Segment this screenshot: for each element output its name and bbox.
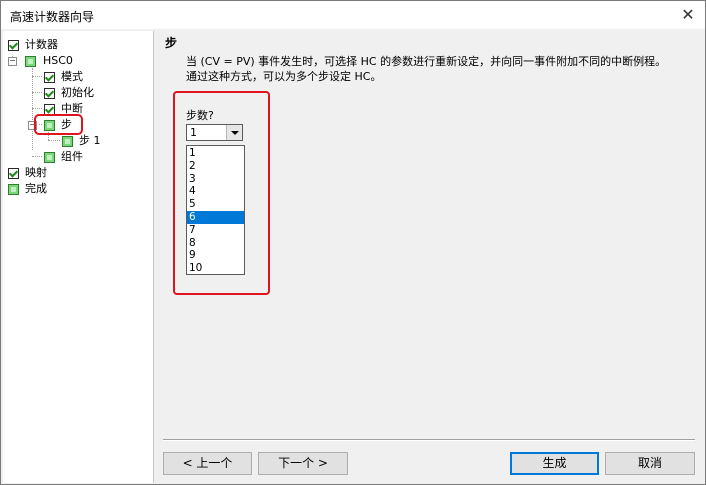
page-description: 当 (CV = PV) 事件发生时，可选择 HC 的参数进行重新设定，并向同一事… xyxy=(186,55,667,83)
steps-option[interactable]: 8 xyxy=(187,237,244,250)
steps-option[interactable]: 4 xyxy=(187,185,244,198)
steps-option[interactable]: 3 xyxy=(187,173,244,186)
footer-divider xyxy=(163,439,695,441)
tree-item-mode[interactable]: 模式 xyxy=(44,69,124,85)
green-status-icon xyxy=(62,136,73,147)
tree-item-label: 映射 xyxy=(25,166,47,179)
tree-item-label: 模式 xyxy=(61,70,83,83)
checked-checkbox-icon xyxy=(44,72,55,83)
chevron-down-icon[interactable] xyxy=(226,125,242,140)
tree-item-label: HSC0 xyxy=(43,54,73,67)
steps-combobox[interactable]: 1 xyxy=(186,124,243,141)
close-icon[interactable]: ✕ xyxy=(671,1,705,29)
steps-dropdown-list[interactable]: 1 2 3 4 5 6 7 8 9 10 xyxy=(186,145,245,275)
checked-checkbox-icon xyxy=(8,40,19,51)
green-status-icon xyxy=(25,56,36,67)
collapse-icon[interactable]: − xyxy=(8,57,17,66)
steps-label: 步数? xyxy=(186,109,214,122)
tree-item-label: 初始化 xyxy=(61,86,94,99)
checked-checkbox-icon xyxy=(8,168,19,179)
tree-item-label: 步 1 xyxy=(79,134,101,147)
steps-option-selected[interactable]: 6 xyxy=(187,210,244,224)
title-bar: 高速计数器向导 ✕ xyxy=(1,1,705,29)
checked-checkbox-icon xyxy=(44,88,55,99)
tree-item-label: 组件 xyxy=(61,150,83,163)
wizard-window: 高速计数器向导 ✕ 计数器 − HSC0 模式 初始化 中断 − 步 步 1 组… xyxy=(0,0,706,485)
steps-combobox-value: 1 xyxy=(190,126,197,139)
navigation-tree: 计数器 − HSC0 模式 初始化 中断 − 步 步 1 组件 映射 完成 xyxy=(3,31,154,483)
steps-option[interactable]: 5 xyxy=(187,198,244,211)
tree-item-hsc0[interactable]: − HSC0 xyxy=(8,53,88,69)
annotation-highlight-step xyxy=(34,114,83,135)
tree-item-counter[interactable]: 计数器 xyxy=(8,37,88,53)
tree-item-complete[interactable]: 完成 xyxy=(8,181,88,197)
tree-item-components[interactable]: 组件 xyxy=(44,149,124,165)
cancel-button[interactable]: 取消 xyxy=(605,452,695,475)
tree-item-label: 计数器 xyxy=(25,38,58,51)
window-title: 高速计数器向导 xyxy=(10,10,95,24)
next-button[interactable]: 下一个 > xyxy=(258,452,348,475)
steps-option[interactable]: 2 xyxy=(187,160,244,173)
finish-button[interactable]: 生成 xyxy=(510,452,599,475)
green-status-icon xyxy=(8,184,19,195)
steps-option[interactable]: 9 xyxy=(187,249,244,262)
prev-button[interactable]: < 上一个 xyxy=(163,452,252,475)
tree-item-label: 完成 xyxy=(25,182,47,195)
tree-item-init[interactable]: 初始化 xyxy=(44,85,124,101)
tree-item-step-1[interactable]: 步 1 xyxy=(62,133,142,149)
steps-option[interactable]: 1 xyxy=(187,147,244,160)
page-title: 步 xyxy=(165,36,178,50)
green-status-icon xyxy=(44,152,55,163)
steps-option[interactable]: 10 xyxy=(187,262,244,275)
tree-item-mapping[interactable]: 映射 xyxy=(8,165,88,181)
steps-option[interactable]: 7 xyxy=(187,224,244,237)
